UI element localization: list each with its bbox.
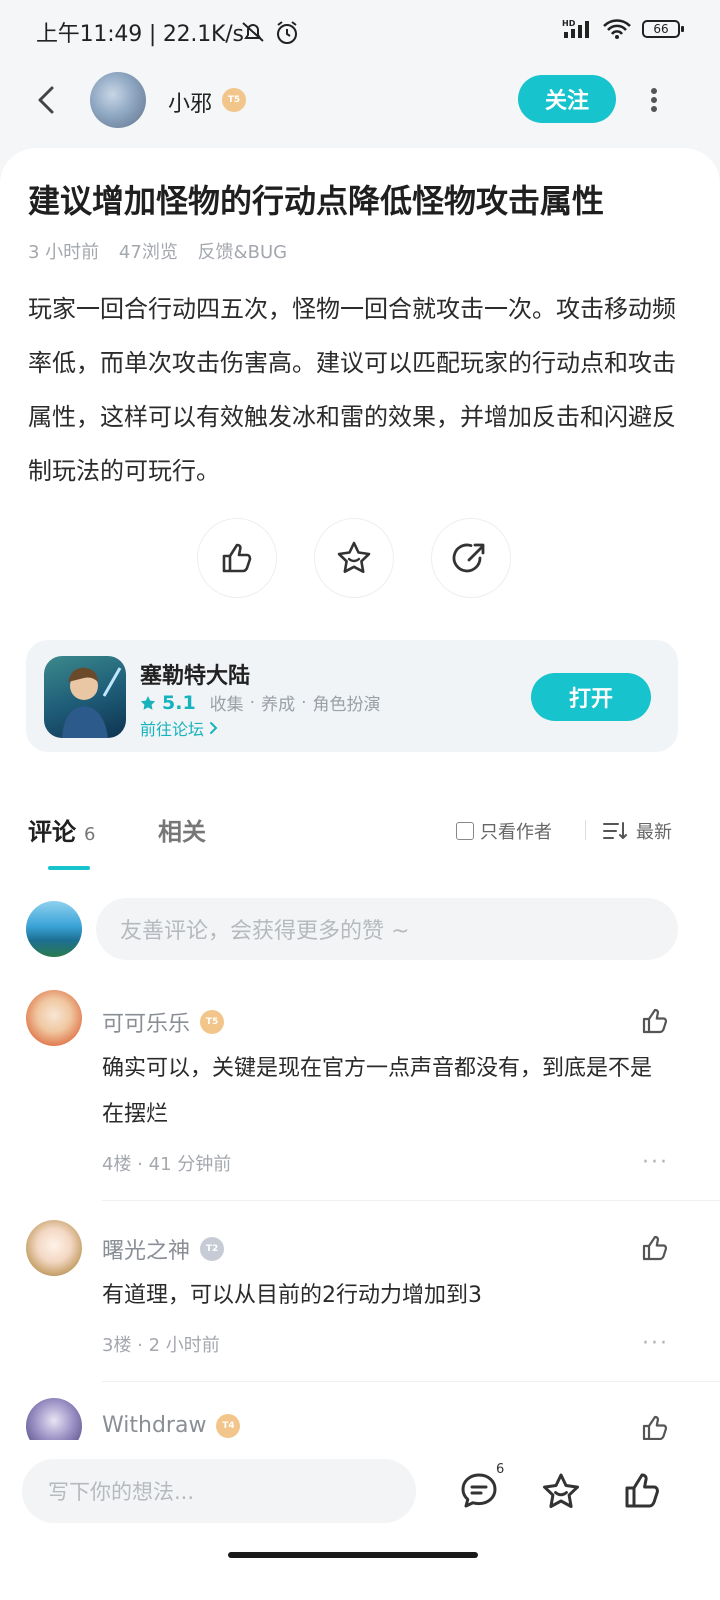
tab-comments[interactable]: 评论 6: [28, 812, 95, 847]
post-title: 建议增加怪物的行动点降低怪物攻击属性: [28, 182, 605, 220]
comment-divider: [102, 1381, 720, 1382]
comment-more-button[interactable]: ···: [642, 1331, 669, 1356]
status-time: 上午11:49: [36, 22, 143, 47]
comment-meta: 4楼 · 41 分钟前: [102, 1154, 232, 1175]
commenter-avatar[interactable]: [26, 990, 82, 1046]
comment-text: 有道理，可以从目前的2行动力增加到3: [102, 1283, 482, 1308]
bottom-comment-count: 6: [496, 1462, 505, 1477]
thumbs-up-icon: [642, 1235, 668, 1261]
like-comment-button[interactable]: [640, 1413, 670, 1443]
game-name[interactable]: 塞勒特大陆: [140, 658, 250, 690]
alarm-icon: [274, 20, 300, 46]
game-icon[interactable]: [44, 656, 126, 738]
game-rating: 5.1: [162, 691, 196, 714]
comment-time: 41 分钟前: [148, 1154, 232, 1175]
comment-meta: 3楼 · 2 小时前: [102, 1335, 220, 1356]
comment-text: 确实可以，关键是现在官方一点声音都没有，到底是不是在摆烂: [102, 1056, 653, 1127]
post-time: 3 小时前: [28, 242, 100, 263]
active-tab-indicator: [48, 866, 90, 870]
thumbs-up-icon: [625, 1473, 659, 1508]
divider: [585, 820, 586, 840]
game-tag: 角色扮演: [312, 695, 381, 715]
post-meta: 3 小时前 47浏览 反馈&BUG: [28, 238, 301, 264]
game-tag: 收集: [209, 695, 244, 715]
comment-input[interactable]: 友善评论，会获得更多的赞 ~: [96, 898, 678, 960]
star-icon: [337, 541, 371, 573]
commenter-name[interactable]: 曙光之神 T2: [102, 1233, 225, 1265]
only-author-toggle[interactable]: 只看作者: [456, 818, 552, 844]
game-tag: 养成: [261, 695, 296, 715]
author-level-badge: T5: [222, 88, 246, 112]
sort-button[interactable]: 最新: [602, 818, 672, 844]
signal-icon: HD: [562, 18, 592, 40]
reply-input[interactable]: 写下你的想法...: [22, 1459, 416, 1523]
commenter-avatar[interactable]: [26, 1220, 82, 1276]
chevron-right-icon: [210, 722, 218, 734]
wifi-icon: [602, 18, 632, 40]
follow-button[interactable]: 关注: [518, 75, 616, 123]
favorite-button[interactable]: [540, 1470, 582, 1512]
comment-floor: 4楼: [102, 1154, 132, 1175]
status-left: 上午11:49 | 22.1K/s: [36, 22, 244, 47]
commenter-name[interactable]: Withdraw T4: [102, 1413, 241, 1438]
game-rating-row: 5.1 收集 · 养成 · 角色扮演: [140, 690, 380, 715]
share-icon: [452, 543, 485, 573]
star-icon: [543, 1473, 579, 1508]
go-to-forum-link[interactable]: 前往论坛: [140, 716, 220, 740]
commenter-level-badge: T4: [216, 1413, 241, 1438]
back-button[interactable]: [30, 80, 66, 120]
home-indicator[interactable]: [228, 1552, 478, 1558]
thumbs-up-icon: [642, 1415, 668, 1441]
open-game-button[interactable]: 打开: [531, 673, 651, 721]
post-views: 47浏览: [118, 242, 178, 263]
like-button[interactable]: [622, 1470, 664, 1512]
commenter-level-badge: T5: [200, 1010, 225, 1034]
status-icons: HD 66: [562, 18, 686, 40]
status-bar: 上午11:49 | 22.1K/s HD 66: [0, 0, 720, 62]
comment-time: 2 小时前: [148, 1335, 220, 1356]
favorite-post-button[interactable]: [314, 518, 394, 598]
rating-star-icon: [140, 695, 156, 710]
like-post-button[interactable]: [197, 518, 277, 598]
commenter-level-badge: T2: [200, 1237, 225, 1261]
comment-icon: [461, 1473, 497, 1508]
checkbox-icon: [456, 822, 474, 840]
author-name[interactable]: 小邪: [168, 86, 212, 118]
post-content: 玩家一回合行动四五次，怪物一回合就攻击一次。攻击移动频率低，而单次攻击伤害高。建…: [28, 295, 676, 485]
post-category[interactable]: 反馈&BUG: [198, 242, 288, 263]
battery-level: 66: [653, 22, 669, 36]
sort-icon: [603, 822, 627, 839]
more-options-button[interactable]: [646, 86, 662, 114]
author-avatar[interactable]: [90, 72, 146, 128]
mute-icon: [240, 20, 266, 44]
comment-count: 6: [84, 824, 96, 845]
comment-floor: 3楼: [102, 1335, 132, 1356]
more-vertical-icon: [651, 88, 657, 112]
chevron-left-icon: [38, 86, 54, 114]
like-comment-button[interactable]: [640, 1006, 670, 1036]
comment-divider: [102, 1200, 720, 1201]
comment-more-button[interactable]: ···: [642, 1150, 669, 1175]
status-network-speed: 22.1K/s: [162, 22, 244, 47]
comments-button[interactable]: [458, 1470, 500, 1512]
thumbs-up-icon: [222, 543, 252, 573]
network-label: HD: [562, 19, 576, 28]
battery-icon: 66: [642, 18, 686, 40]
author-name-text: 小邪: [168, 92, 213, 117]
share-post-button[interactable]: [431, 518, 511, 598]
my-avatar: [26, 901, 82, 957]
thumbs-up-icon: [642, 1008, 668, 1034]
tab-related[interactable]: 相关: [158, 812, 206, 847]
like-comment-button[interactable]: [640, 1233, 670, 1263]
commenter-name[interactable]: 可可乐乐 T5: [102, 1006, 225, 1038]
